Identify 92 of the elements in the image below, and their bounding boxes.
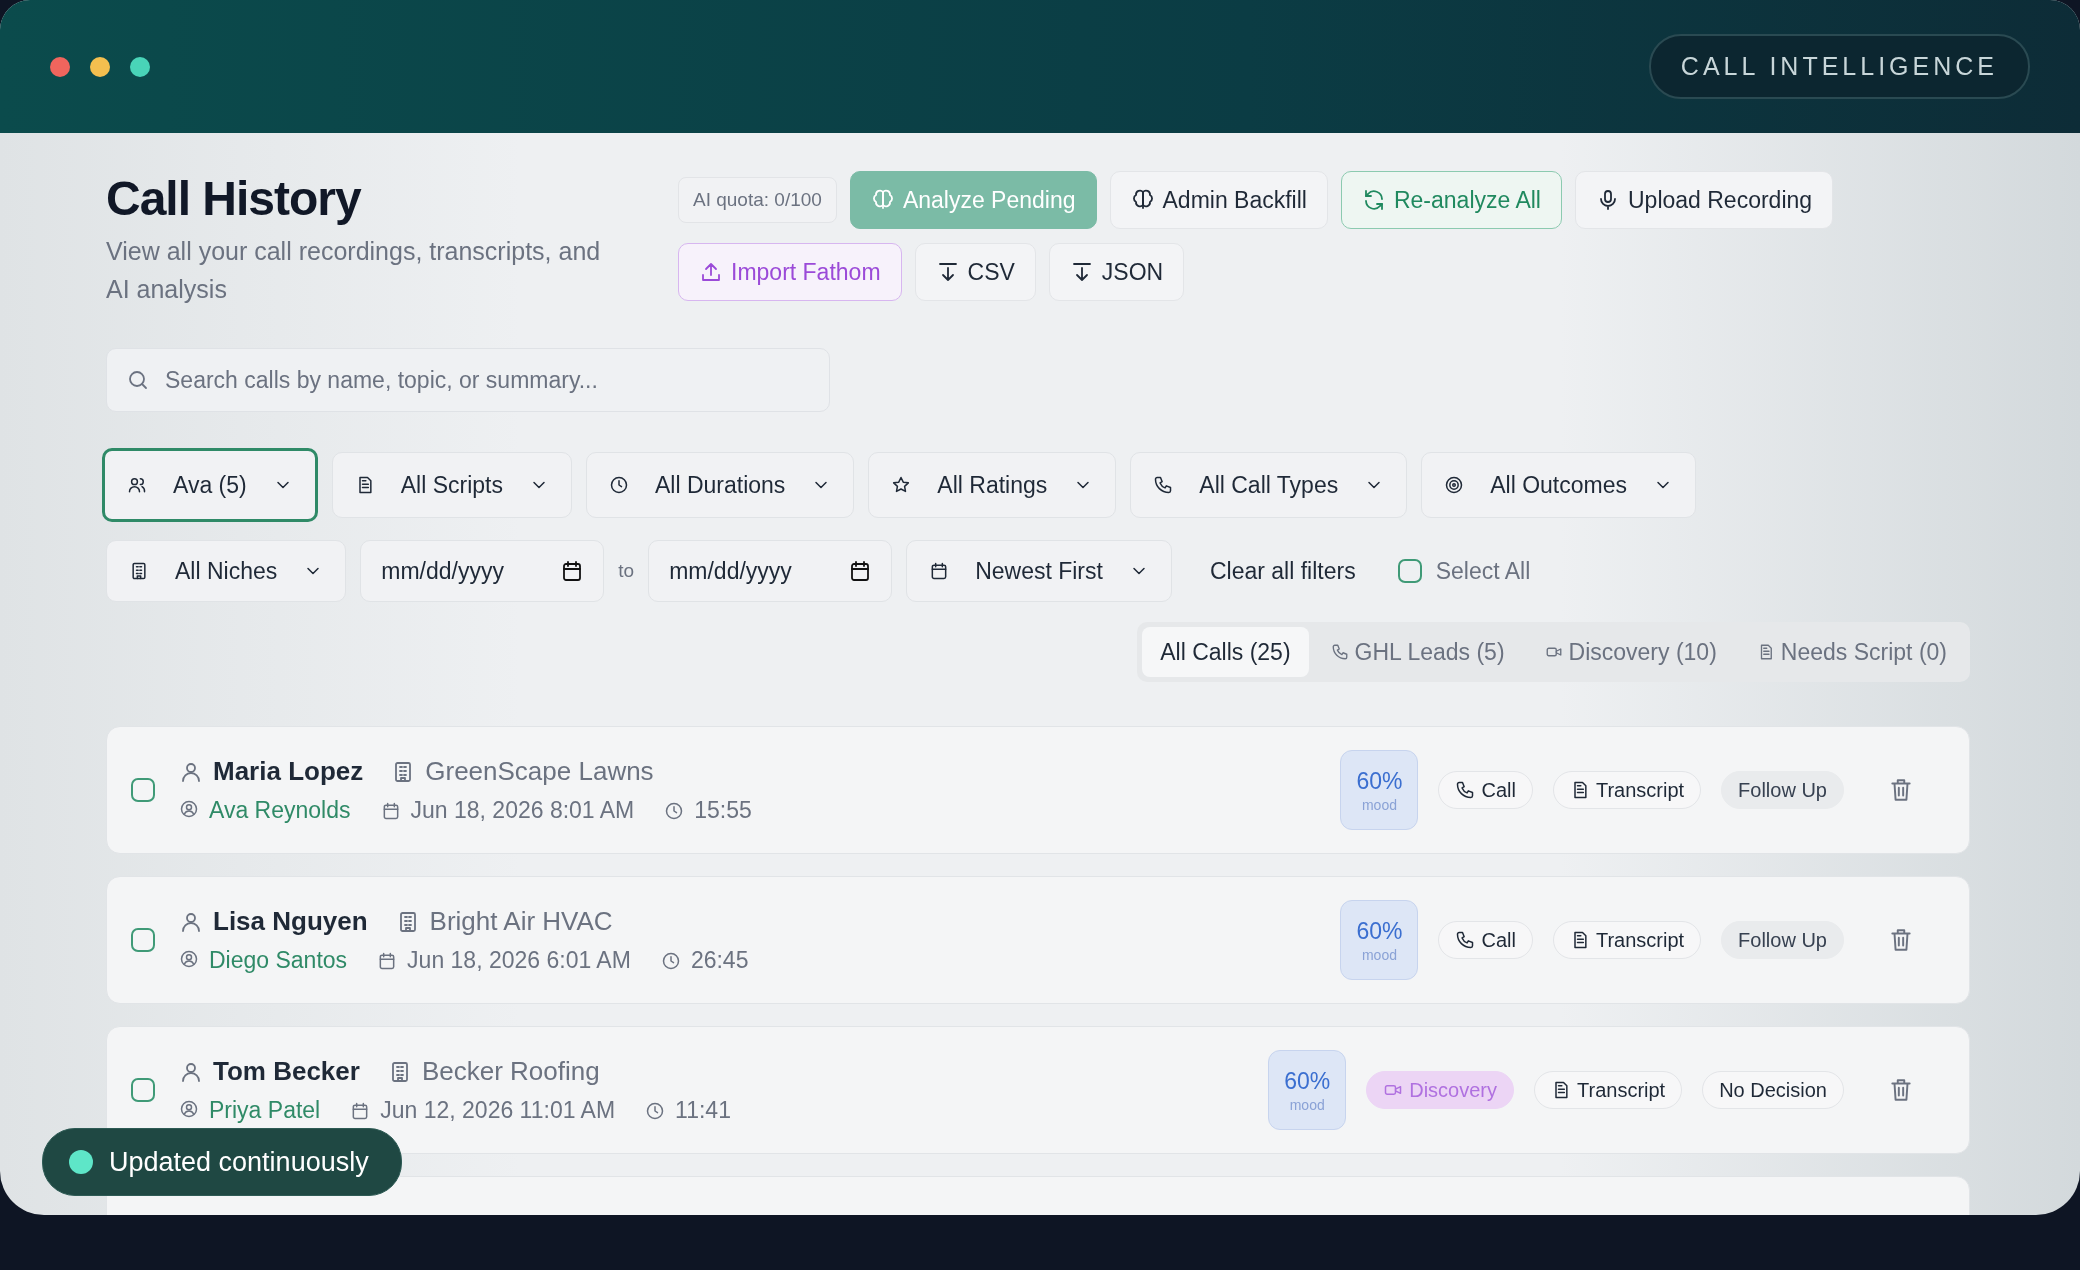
select-all-checkbox[interactable] bbox=[1397, 559, 1422, 583]
clock-icon bbox=[664, 800, 685, 821]
mood-label: mood bbox=[1289, 1096, 1325, 1113]
niche-dropdown[interactable]: All Niches bbox=[106, 540, 347, 602]
call-date: Jun 18, 2026 8:01 AM bbox=[410, 797, 635, 824]
action-button[interactable]: CSV bbox=[914, 243, 1036, 301]
call-duration: 26:45 bbox=[690, 947, 749, 974]
close-window-dot[interactable] bbox=[50, 56, 70, 77]
transcript-button[interactable]: Transcript bbox=[1534, 1071, 1683, 1109]
company-name: Becker Roofing bbox=[421, 1056, 600, 1087]
agent-name: Priya Patel bbox=[209, 1097, 321, 1124]
users-icon bbox=[127, 475, 147, 495]
date-from-field[interactable]: mm/dd/yyyy bbox=[360, 540, 605, 602]
tab[interactable]: Discovery (10) bbox=[1526, 627, 1735, 677]
mood-value: 60% bbox=[1356, 767, 1403, 795]
filter-dropdown[interactable]: All Outcomes bbox=[1421, 452, 1696, 518]
agent-name: Diego Santos bbox=[209, 947, 348, 974]
filter-dropdown[interactable]: All Ratings bbox=[868, 452, 1117, 518]
select-all-label: Select All bbox=[1435, 557, 1531, 585]
mood-label: mood bbox=[1361, 796, 1397, 813]
row-checkbox[interactable] bbox=[131, 778, 155, 802]
row-checkbox[interactable] bbox=[131, 928, 155, 952]
transcript-button[interactable]: Transcript bbox=[1552, 921, 1702, 959]
building-icon bbox=[129, 561, 149, 581]
filter-dropdown[interactable]: All Scripts bbox=[331, 452, 572, 518]
trash-icon bbox=[1888, 777, 1914, 803]
row-checkbox[interactable] bbox=[131, 1078, 155, 1102]
clear-filters-link[interactable]: Clear all filters bbox=[1209, 557, 1356, 585]
trash-icon bbox=[1888, 927, 1914, 953]
tab[interactable]: All Calls (25) bbox=[1142, 627, 1309, 677]
action-button[interactable]: Re-analyze All bbox=[1340, 171, 1562, 229]
page-subtitle: View all your call recordings, transcripts, and AI analysis bbox=[106, 236, 602, 305]
company-name: Bright Air HVAC bbox=[429, 906, 613, 937]
action-button[interactable]: JSON bbox=[1048, 243, 1185, 301]
call-duration: 11:41 bbox=[675, 1097, 731, 1124]
action-button[interactable]: Import Fathom bbox=[678, 243, 902, 301]
call-date: Jun 18, 2026 6:01 AM bbox=[407, 947, 631, 974]
page-title: Call History bbox=[106, 171, 363, 226]
trash-icon bbox=[1888, 1077, 1914, 1103]
delete-button[interactable] bbox=[1888, 1077, 1914, 1103]
call-date: Jun 12, 2026 11:01 AM bbox=[380, 1097, 616, 1124]
company-name: GreenScape Lawns bbox=[425, 756, 654, 787]
user-circle-icon bbox=[179, 1098, 199, 1119]
phone-icon bbox=[1330, 643, 1349, 661]
mood-value: 60% bbox=[1284, 1067, 1331, 1095]
minimize-window-dot[interactable] bbox=[90, 56, 110, 77]
date-range-separator: to bbox=[618, 560, 635, 582]
agent-name: Ava Reynolds bbox=[209, 797, 351, 824]
outcome-tag: No Decision bbox=[1702, 1071, 1844, 1109]
filter-dropdown[interactable]: Ava (5) bbox=[102, 448, 318, 522]
phone-icon bbox=[1153, 475, 1174, 495]
action-button[interactable]: Admin Backfill bbox=[1109, 171, 1328, 229]
tab[interactable]: Needs Script (0) bbox=[1738, 627, 1965, 677]
call-duration: 15:55 bbox=[694, 797, 752, 824]
upload-icon bbox=[699, 260, 723, 284]
user-circle-icon bbox=[179, 948, 199, 969]
action-button[interactable]: Upload Recording bbox=[1575, 171, 1834, 229]
date-to-field[interactable]: mm/dd/yyyy bbox=[648, 540, 893, 602]
contact-name: Tom Becker bbox=[213, 1056, 360, 1087]
target-icon bbox=[1444, 475, 1465, 495]
search-icon bbox=[126, 368, 150, 392]
star-icon bbox=[891, 475, 912, 495]
sort-dropdown[interactable]: Newest First bbox=[906, 540, 1172, 602]
filter-dropdown[interactable]: All Durations bbox=[585, 452, 855, 518]
user-circle-icon bbox=[179, 798, 199, 819]
transcript-button[interactable]: Transcript bbox=[1552, 771, 1702, 809]
mood-label: mood bbox=[1361, 946, 1397, 963]
clock-icon bbox=[608, 475, 629, 495]
phone-icon bbox=[1455, 930, 1476, 950]
status-dot bbox=[69, 1150, 93, 1174]
maximize-window-dot[interactable] bbox=[130, 56, 150, 77]
tab[interactable]: GHL Leads (5) bbox=[1312, 627, 1523, 677]
delete-button[interactable] bbox=[1888, 927, 1914, 953]
mood-value: 60% bbox=[1356, 917, 1403, 945]
brain-icon bbox=[1130, 188, 1155, 212]
brain-icon bbox=[870, 188, 895, 212]
clock-icon bbox=[645, 1100, 666, 1121]
delete-button[interactable] bbox=[1888, 777, 1914, 803]
toast-label: Updated continuously bbox=[109, 1146, 369, 1178]
phone-icon bbox=[1455, 780, 1476, 800]
filter-dropdown[interactable]: All Call Types bbox=[1130, 452, 1408, 518]
app-badge: CALL INTELLIGENCE bbox=[1648, 34, 2030, 99]
ai-quota-badge: AI quota: 0/100 bbox=[678, 177, 837, 223]
call-button[interactable]: Call bbox=[1438, 921, 1533, 959]
search-field[interactable]: Search calls by name, topic, or summary... bbox=[106, 348, 830, 412]
contact-name: Maria Lopez bbox=[213, 756, 364, 787]
outcome-tag: Follow Up bbox=[1721, 771, 1844, 809]
clock-icon bbox=[660, 950, 681, 971]
discovery-tag: Discovery bbox=[1366, 1071, 1514, 1109]
contact-name: Lisa Nguyen bbox=[213, 906, 368, 937]
call-button[interactable]: Call bbox=[1438, 771, 1533, 809]
outcome-tag: Follow Up bbox=[1721, 921, 1844, 959]
